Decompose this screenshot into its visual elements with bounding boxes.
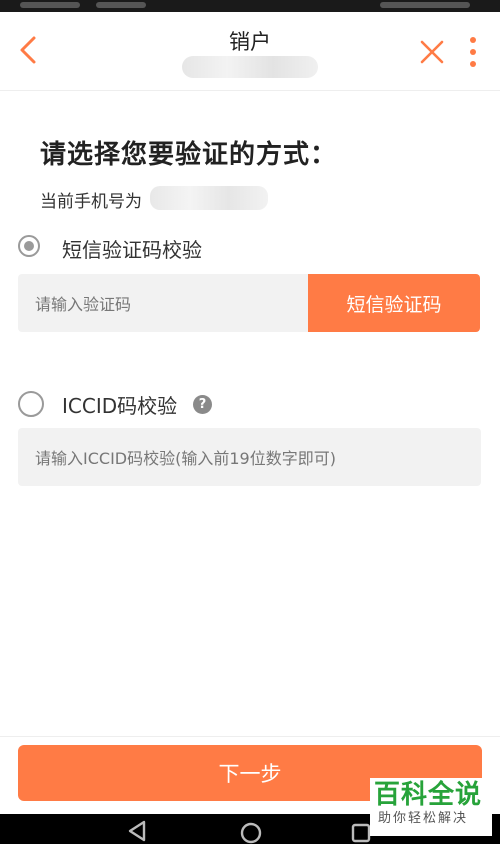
- header-subtitle-masked: [182, 56, 318, 78]
- sms-radio[interactable]: [18, 235, 40, 257]
- status-bar-blur: [96, 2, 146, 8]
- send-sms-code-button[interactable]: 短信验证码: [308, 274, 480, 332]
- watermark-logo: 百科全说 助你轻松解决: [370, 778, 492, 836]
- close-button[interactable]: [414, 34, 450, 70]
- screen: 销户 请选择您要验证的方式： 当前手机号为 短信验证码校验 请输入验证码 短信验…: [0, 0, 500, 844]
- sms-code-input[interactable]: 请输入验证码: [18, 274, 308, 332]
- status-bar-blur: [20, 2, 80, 8]
- watermark-slogan: 助你轻松解决: [378, 811, 469, 826]
- watermark-title: 百科全说: [374, 780, 483, 810]
- nav-home-icon[interactable]: [238, 818, 264, 844]
- iccid-option-label: ICCID码校验: [62, 394, 178, 418]
- status-bar: [0, 0, 500, 12]
- question-circle-icon[interactable]: ?: [193, 395, 212, 414]
- close-icon: [420, 40, 444, 64]
- status-bar-blur: [380, 2, 470, 8]
- iccid-input[interactable]: 请输入ICCID码校验(输入前19位数字即可): [18, 428, 481, 486]
- more-vertical-icon: [470, 37, 476, 67]
- iccid-radio[interactable]: [18, 391, 44, 417]
- iccid-placeholder: 请输入ICCID码校验(输入前19位数字即可): [35, 449, 336, 468]
- more-button[interactable]: [458, 32, 488, 72]
- verification-heading: 请选择您要验证的方式：: [40, 140, 338, 170]
- sms-option-label: 短信验证码校验: [62, 238, 202, 262]
- phone-number-label: 当前手机号为: [40, 192, 142, 212]
- nav-back-icon[interactable]: [124, 818, 150, 844]
- sms-code-placeholder: 请输入验证码: [35, 295, 132, 314]
- phone-number-masked: [150, 186, 268, 210]
- header-bar: 销户: [0, 12, 500, 91]
